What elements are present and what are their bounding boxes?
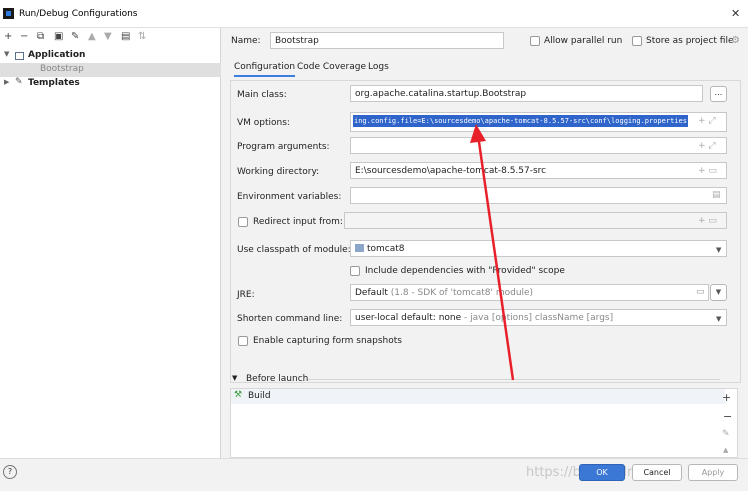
wrench-icon[interactable]: ✎ [71,31,79,42]
title-bar: Run/Debug Configurations ✕ [0,0,748,28]
add-icon[interactable]: + [722,391,731,404]
tree-item-label: Application [28,50,86,60]
shorten-value: user-local default: none [355,313,462,323]
close-icon[interactable]: ✕ [731,7,740,20]
tree-item-templates[interactable]: ▶ ✎ Templates [0,77,221,91]
folder-icon[interactable]: + ▭ [698,216,717,226]
tab-configuration[interactable]: Configuration [234,62,296,77]
store-as-project-file-checkbox[interactable] [632,36,642,46]
vm-options-selected-text: ing.config.file=E:\sourcesdemo\apache-to… [353,115,688,127]
tree-item-label: Bootstrap [40,64,84,74]
add-icon[interactable]: + [4,31,12,42]
jre-select[interactable]: Default (1.8 - SDK of 'tomcat8' module) [350,284,709,301]
build-task-label: Build [248,391,271,401]
folder-icon[interactable]: + ▭ [698,166,717,176]
classpath-module-label: Use classpath of module: [237,245,351,255]
include-provided-checkbox[interactable] [350,266,360,276]
expand-icon[interactable]: + ⤢ [698,141,716,151]
remove-icon[interactable]: − [20,31,28,42]
chevron-down-icon[interactable]: ▼ [4,50,9,58]
capturing-snapshots-checkbox[interactable] [238,336,248,346]
main-class-label: Main class: [237,90,287,100]
tree-item-label: Templates [28,78,80,88]
hammer-icon: ⚒ [234,390,243,400]
window-title: Run/Debug Configurations [19,9,138,19]
tab-logs[interactable]: Logs [368,62,389,72]
before-launch-label: Before launch [246,374,309,384]
wrench-icon: ✎ [15,77,23,87]
name-label: Name: [231,36,261,46]
jre-value: Default [355,288,388,298]
capturing-snapshots-label: Enable capturing form snapshots [253,336,402,346]
chevron-right-icon[interactable]: ▶ [4,78,9,86]
vm-options-input[interactable]: ing.config.file=E:\sourcesdemo\apache-to… [350,112,727,132]
name-input[interactable]: Bootstrap [270,32,504,49]
move-up-icon[interactable]: ▲ [88,31,96,42]
application-icon [15,52,24,60]
main-class-input[interactable]: org.apache.catalina.startup.Bootstrap [350,85,703,102]
include-provided-label: Include dependencies with "Provided" sco… [365,266,565,276]
dialog-button-bar: ? https://blog.csdn.net/... OK Cancel Ap… [0,458,748,491]
jre-hint: (1.8 - SDK of 'tomcat8' module) [390,288,534,298]
program-arguments-input[interactable] [350,137,727,154]
shorten-hint: - java [options] className [args] [464,313,614,323]
vm-options-label: VM options: [237,118,290,128]
jre-label: JRE: [237,290,255,300]
save-icon[interactable]: ▣ [54,31,63,42]
cancel-button[interactable]: Cancel [632,464,682,481]
redirect-input-checkbox[interactable] [238,217,248,227]
program-arguments-label: Program arguments: [237,142,330,152]
divider [308,379,720,380]
tree-toolbar: + − ⧉ ▣ ✎ ▲ ▼ ▤ ⇅ [0,31,221,45]
allow-parallel-run-checkbox[interactable] [530,36,540,46]
environment-variables-label: Environment variables: [237,192,342,202]
shorten-command-line-label: Shorten command line: [237,314,343,324]
store-as-project-file-label: Store as project file [646,36,734,46]
classpath-module-select[interactable]: tomcat8 [350,240,727,257]
chevron-down-icon[interactable]: ▼ [232,374,237,382]
configurations-tree-pane: + − ⧉ ▣ ✎ ▲ ▼ ▤ ⇅ ▼ Application Bootstra… [0,28,221,458]
list-item[interactable]: ⚒ Build [231,389,725,404]
shorten-command-line-select[interactable]: user-local default: none - java [options… [350,309,727,326]
working-directory-label: Working directory: [237,167,320,177]
tab-code-coverage[interactable]: Code Coverage [297,62,366,72]
tree-item-bootstrap[interactable]: Bootstrap [0,63,221,77]
browse-main-class-button[interactable]: ... [710,86,727,102]
copy-icon[interactable]: ⧉ [37,31,44,42]
working-directory-input[interactable]: E:\sourcesdemo\apache-tomcat-8.5.57-src [350,162,727,179]
redirect-input-label: Redirect input from: [253,217,343,227]
gear-icon[interactable]: ⚙ [731,35,740,46]
chevron-down-icon[interactable]: ▼ [716,315,721,323]
edit-icon[interactable]: ✎ [722,429,730,439]
chevron-down-icon: ▼ [715,288,722,296]
chevron-down-icon[interactable]: ▼ [716,246,721,254]
redirect-input-field[interactable] [344,212,727,229]
configuration-editor: Name: Bootstrap Allow parallel run Store… [222,28,748,458]
module-icon [355,244,364,252]
before-launch-list: ⚒ Build [230,388,738,458]
help-button[interactable]: ? [3,465,17,479]
folder-icon[interactable]: ▤ [121,31,130,42]
classpath-module-value: tomcat8 [367,244,405,254]
move-down-icon[interactable]: ▼ [104,31,112,42]
allow-parallel-run-label: Allow parallel run [544,36,623,46]
environment-variables-input[interactable] [350,187,727,204]
apply-button[interactable]: Apply [688,464,738,481]
expand-icon[interactable]: + ⤢ [698,116,716,126]
remove-icon[interactable]: − [723,410,732,423]
jre-dropdown-button[interactable]: ▼ [710,284,727,301]
folder-icon[interactable]: ▭ [696,287,705,297]
tree-item-application[interactable]: ▼ Application [0,49,221,63]
document-icon[interactable]: ▤ [712,190,721,200]
sort-icon[interactable]: ⇅ [138,31,146,42]
move-up-icon[interactable]: ▲ [723,446,728,454]
ok-button[interactable]: OK [579,464,625,481]
intellij-app-icon [3,8,14,19]
